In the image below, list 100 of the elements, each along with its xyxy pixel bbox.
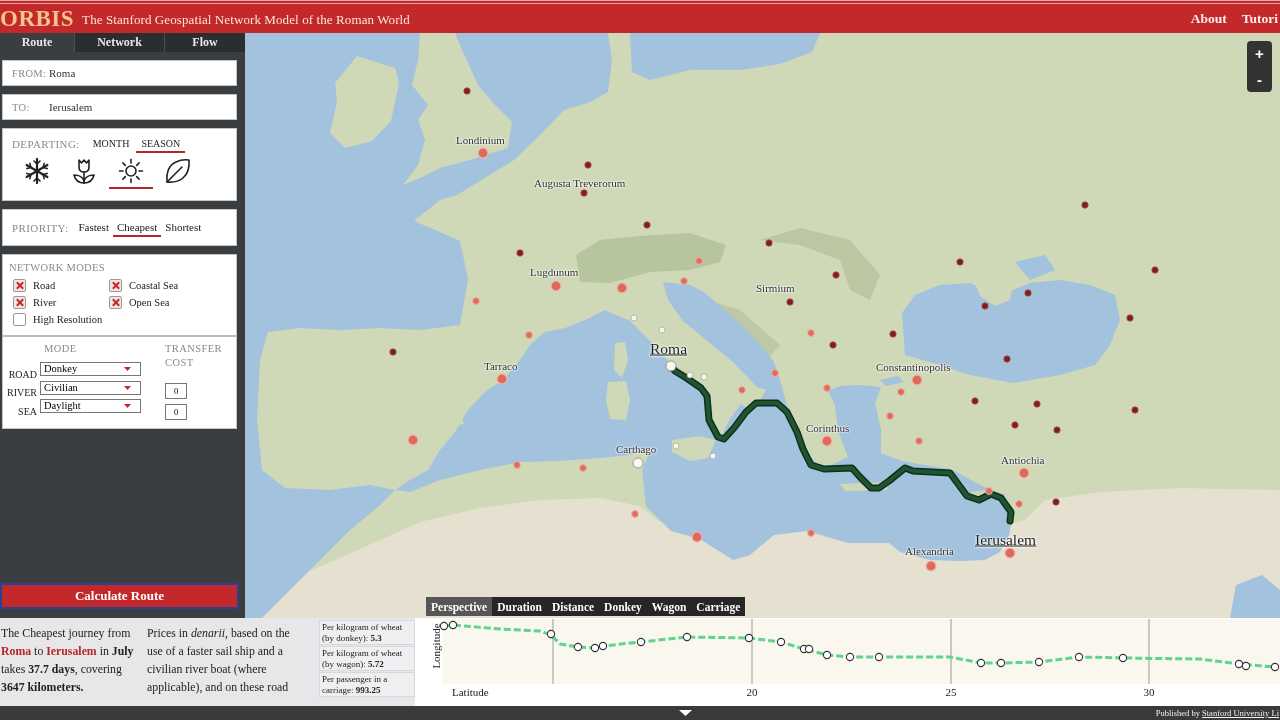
- city-dot-icon[interactable]: [1018, 467, 1030, 479]
- city-dot-icon[interactable]: [631, 510, 639, 518]
- sidebar-tab[interactable]: Flow: [165, 33, 245, 52]
- checkbox[interactable]: [109, 296, 122, 309]
- mode-dropdown[interactable]: Civilian: [40, 380, 141, 395]
- mode-label: SEA: [17, 405, 37, 418]
- axis-label: Longitude: [430, 623, 442, 669]
- location-field[interactable]: Roma: [49, 62, 236, 84]
- calculate-route-button[interactable]: Calculate Route: [0, 583, 239, 609]
- zoom-in-button[interactable]: +: [1247, 41, 1272, 67]
- app-subtitle: The Stanford Geospatial Network Model of the Roman World: [82, 12, 410, 28]
- city-dot-icon[interactable]: [1052, 498, 1060, 506]
- city-dot-icon[interactable]: [915, 437, 923, 445]
- city-dot-icon[interactable]: [643, 221, 651, 229]
- city-dot-icon[interactable]: [765, 239, 773, 247]
- city-dot-icon[interactable]: [1033, 400, 1041, 408]
- city-dot-icon[interactable]: [886, 412, 894, 420]
- checkbox[interactable]: [109, 279, 122, 292]
- city-label: Augusta Treverorum: [534, 176, 626, 190]
- sidebar-tab[interactable]: Network: [75, 33, 165, 52]
- city-dot-icon[interactable]: [823, 384, 831, 392]
- city-dot-icon[interactable]: [472, 297, 480, 305]
- checkbox[interactable]: [13, 296, 26, 309]
- caret-down-icon[interactable]: [679, 710, 692, 716]
- city-dot-icon[interactable]: [709, 452, 717, 460]
- chart-tab[interactable]: Perspective: [426, 597, 493, 616]
- flower-icon: [71, 158, 97, 184]
- credit-text: Published by Stanford University Li: [1155, 707, 1279, 719]
- city-dot-icon[interactable]: [686, 371, 694, 379]
- city-dot-icon[interactable]: [695, 257, 703, 265]
- city-dot-icon[interactable]: [407, 434, 419, 446]
- chart-point: [573, 642, 583, 652]
- city-dot-icon[interactable]: [1131, 406, 1139, 414]
- mode-dropdown[interactable]: Donkey: [40, 362, 141, 376]
- city-dot-icon[interactable]: [616, 282, 628, 294]
- nav-link[interactable]: Tutori: [1241, 10, 1278, 27]
- city-dot-icon[interactable]: [1003, 355, 1011, 363]
- city-dot-icon[interactable]: [807, 529, 815, 537]
- priority-option[interactable]: Shortest: [161, 218, 206, 237]
- city-dot-icon[interactable]: [807, 329, 815, 337]
- city-dot-icon[interactable]: [496, 373, 508, 385]
- city-dot-icon[interactable]: [1015, 500, 1023, 508]
- city-dot-icon[interactable]: [1053, 426, 1061, 434]
- priority-option[interactable]: Fastest: [74, 218, 113, 237]
- city-dot-icon[interactable]: [463, 87, 471, 95]
- departing-option[interactable]: SEASON: [136, 135, 186, 153]
- city-dot-icon[interactable]: [786, 298, 794, 306]
- checkbox[interactable]: [13, 313, 26, 326]
- city-dot-icon[interactable]: [389, 348, 397, 356]
- city-dot-icon[interactable]: [1126, 314, 1134, 322]
- city-dot-icon[interactable]: [971, 397, 979, 405]
- transfer-cost-field[interactable]: 0: [165, 404, 187, 420]
- chart-point: [448, 620, 458, 630]
- city-dot-icon[interactable]: [925, 560, 937, 572]
- price-note-text: Prices in denarii, based on the use of a faster sail ship and a civilian river boat (where applicable), and on these road: [147, 625, 291, 696]
- city-dot-icon[interactable]: [516, 249, 524, 257]
- city-dot-icon[interactable]: [1081, 201, 1089, 209]
- city-dot-icon[interactable]: [911, 374, 923, 386]
- city-dot-icon[interactable]: [985, 487, 993, 495]
- city-dot-icon[interactable]: [700, 373, 708, 381]
- city-dot-icon[interactable]: [1004, 547, 1016, 559]
- city-dot-icon[interactable]: [956, 258, 964, 266]
- city-dot-icon[interactable]: [579, 464, 587, 472]
- city-dot-icon[interactable]: [691, 531, 703, 543]
- city-dot-icon[interactable]: [630, 314, 638, 322]
- city-dot-icon[interactable]: [1011, 421, 1019, 429]
- city-dot-icon[interactable]: [821, 435, 833, 447]
- city-dot-icon[interactable]: [738, 386, 746, 394]
- credit-link[interactable]: Stanford University Li: [1202, 708, 1279, 718]
- checkbox-label: Road: [33, 280, 56, 291]
- city-dot-icon[interactable]: [513, 461, 521, 469]
- city-dot-icon[interactable]: [632, 457, 644, 469]
- nav-link[interactable]: About: [1190, 10, 1227, 27]
- city-dot-icon[interactable]: [584, 161, 592, 169]
- city-dot-icon[interactable]: [477, 147, 489, 159]
- location-field[interactable]: Ierusalem: [49, 96, 236, 118]
- city-dot-icon[interactable]: [672, 442, 680, 450]
- tick-label: 20: [746, 686, 758, 698]
- checkbox-label: Open Sea: [129, 297, 170, 308]
- city-dot-icon[interactable]: [665, 360, 677, 372]
- city-dot-icon[interactable]: [525, 331, 533, 339]
- departing-option[interactable]: MONTH: [87, 135, 135, 153]
- zoom-out-button[interactable]: -: [1247, 66, 1272, 92]
- city-dot-icon[interactable]: [580, 189, 588, 197]
- city-dot-icon[interactable]: [829, 341, 837, 349]
- mode-dropdown[interactable]: Daylight: [40, 399, 141, 413]
- city-dot-icon[interactable]: [897, 388, 905, 396]
- city-dot-icon[interactable]: [832, 271, 840, 279]
- transfer-cost-field[interactable]: 0: [165, 383, 187, 399]
- city-dot-icon[interactable]: [981, 302, 989, 310]
- city-label: Ierusalem: [975, 530, 1037, 548]
- city-dot-icon[interactable]: [889, 330, 897, 338]
- checkbox[interactable]: [13, 279, 26, 292]
- city-dot-icon[interactable]: [680, 277, 688, 285]
- city-dot-icon[interactable]: [550, 280, 562, 292]
- city-dot-icon[interactable]: [1024, 289, 1032, 297]
- priority-option[interactable]: Cheapest: [112, 218, 162, 237]
- city-dot-icon[interactable]: [658, 326, 666, 334]
- city-dot-icon[interactable]: [1151, 266, 1159, 274]
- city-dot-icon[interactable]: [771, 369, 779, 377]
